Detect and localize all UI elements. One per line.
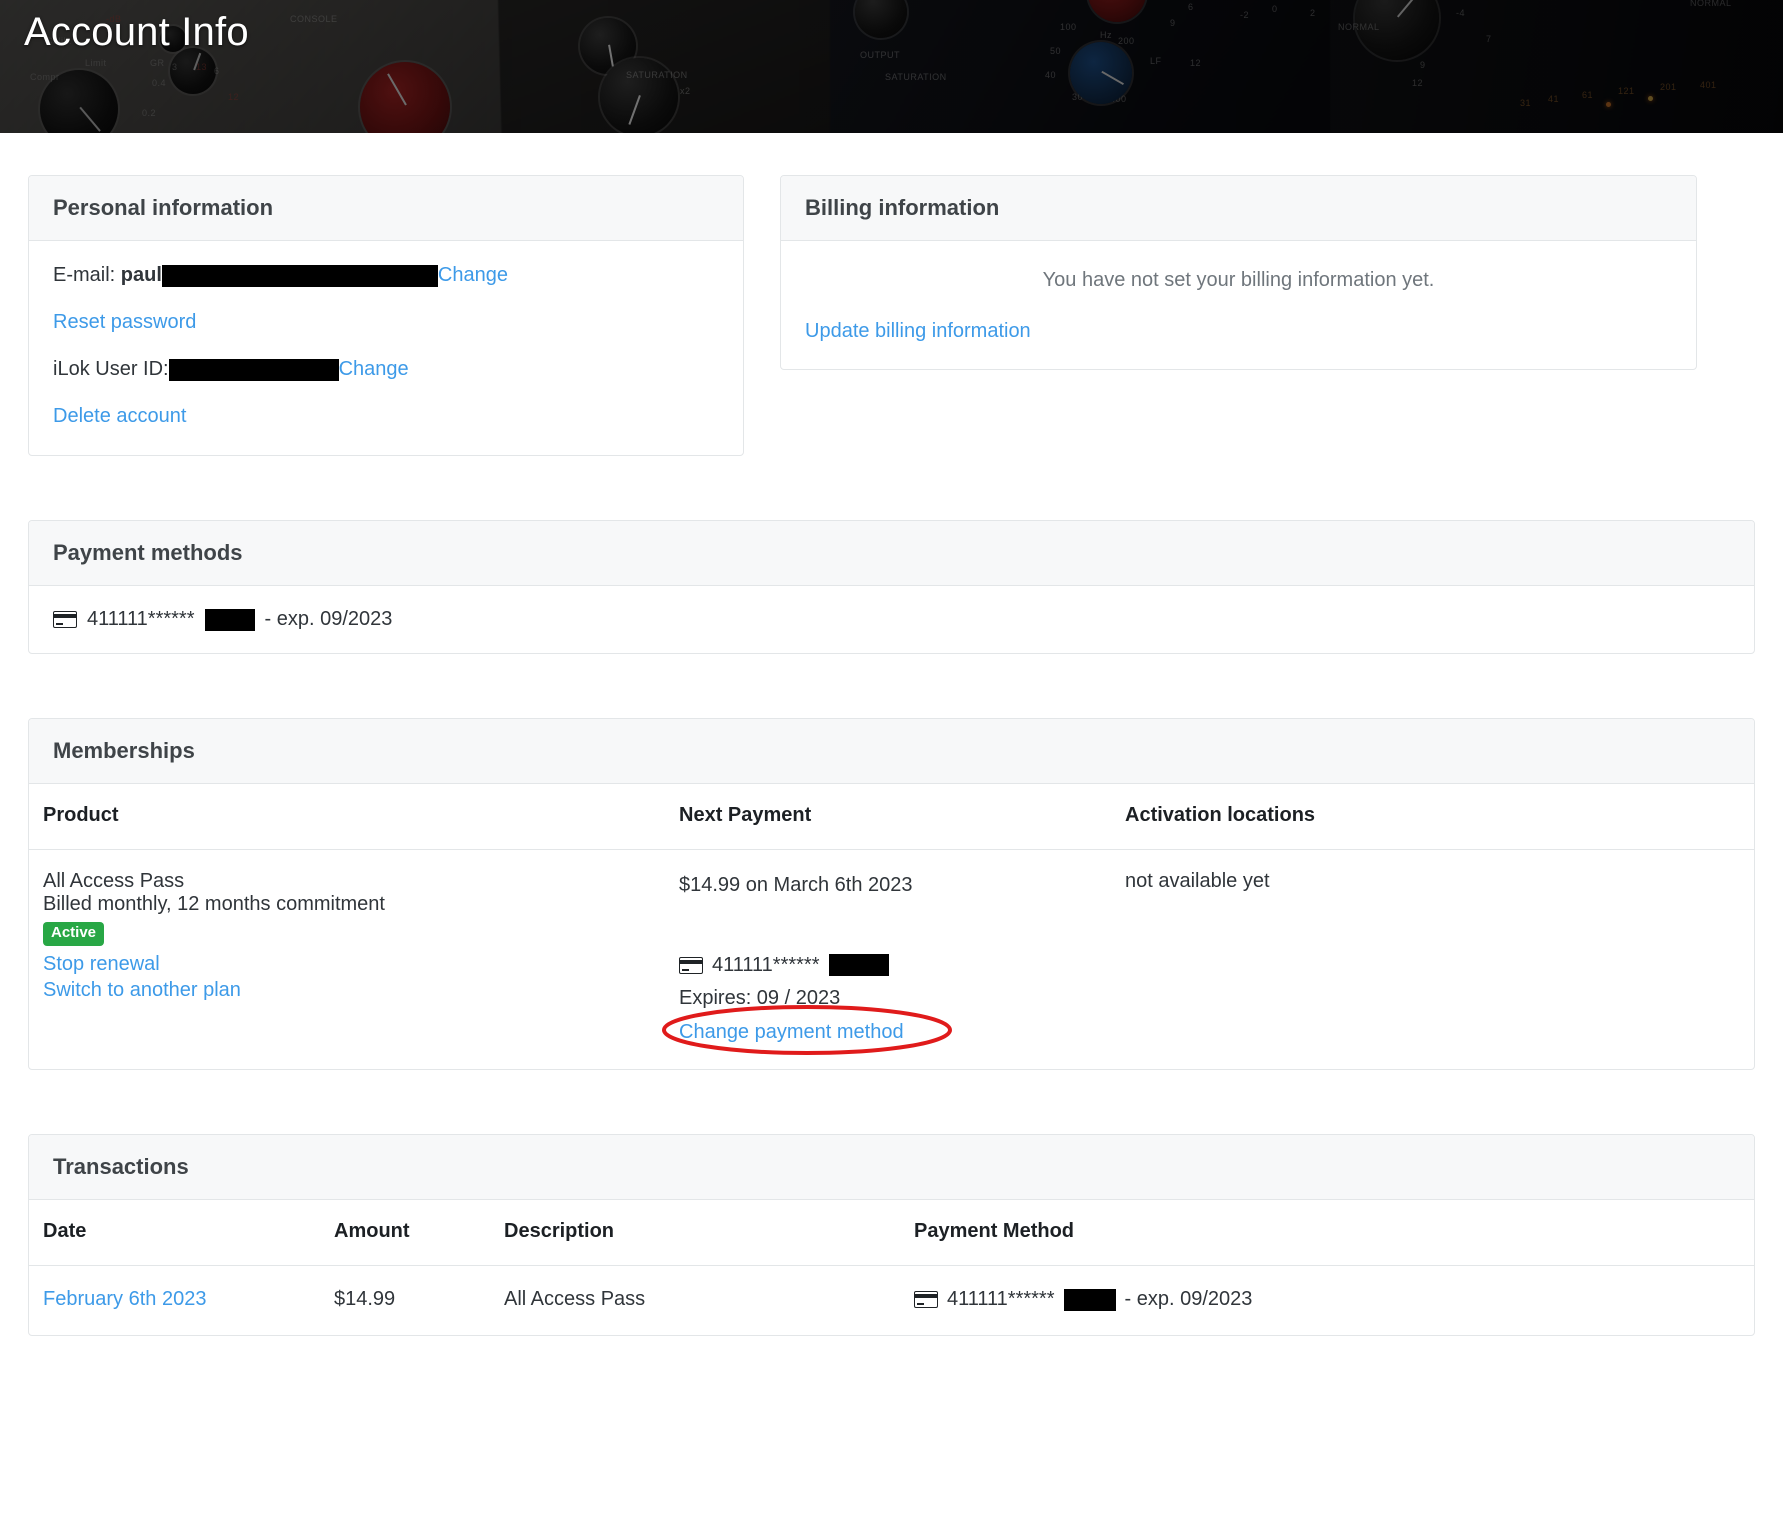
email-label: E-mail: [53,264,116,286]
membership-next-payment-cell: $14.99 on March 6th 2023 411111****** Ex… [662,850,1125,1070]
delete-account-row: Delete account [53,404,719,429]
transactions-card: Transactions Date Amount Description Pay… [28,1134,1755,1336]
transactions-col-date: Date [29,1200,334,1266]
transactions-table: Date Amount Description Payment Method F… [29,1200,1754,1335]
change-payment-method-link[interactable]: Change payment method [679,1021,904,1043]
memberships-table: Product Next Payment Activation location… [29,784,1754,1069]
transaction-card-number: 411111****** [947,1288,1055,1310]
next-payment-card-row: 411111****** [679,950,1125,980]
table-row: February 6th 2023 $14.99 All Access Pass… [29,1266,1754,1336]
page-content: Personal information E-mail: paul Change … [0,175,1783,1336]
ilok-row: iLok User ID: Change [53,357,719,382]
payment-method-expiry: - exp. 09/2023 [264,608,393,630]
delete-account-link[interactable]: Delete account [53,405,186,427]
next-payment-amount: $14.99 on March 6th 2023 [679,874,913,896]
email-value: paul [120,264,162,286]
billing-information-heading: Billing information [781,176,1696,241]
transactions-col-payment-method: Payment Method [914,1200,1754,1266]
email-redaction [161,264,438,287]
transaction-card-redaction [1063,1288,1116,1311]
stop-renewal-link[interactable]: Stop renewal [43,953,679,976]
memberships-col-product: Product [29,784,679,850]
billing-information-card: Billing information You have not set you… [780,175,1697,370]
transactions-col-description: Description [504,1200,914,1266]
change-email-link[interactable]: Change [438,264,508,286]
payment-method-number: 411111****** [87,608,195,630]
account-top-row: Personal information E-mail: paul Change … [28,175,1755,456]
next-payment-card-number: 411111****** [712,954,820,976]
transactions-col-amount: Amount [334,1200,504,1266]
memberships-card: Memberships Product Next Payment Activat… [28,718,1755,1070]
personal-information-card: Personal information E-mail: paul Change … [28,175,744,456]
membership-product-terms: Billed monthly, 12 months commitment [43,893,385,915]
email-row: E-mail: paul Change [53,263,719,288]
update-billing-information-link[interactable]: Update billing information [805,320,1031,342]
credit-card-icon [914,1291,938,1308]
transaction-payment-method-cell: 411111****** - exp. 09/2023 [914,1266,1754,1336]
credit-card-icon [53,611,77,628]
reset-password-link[interactable]: Reset password [53,311,196,333]
payment-methods-card: Payment methods 411111****** - exp. 09/2… [28,520,1755,654]
transaction-date-link[interactable]: February 6th 2023 [43,1288,206,1310]
transaction-date-cell: February 6th 2023 [29,1266,334,1336]
reset-password-row: Reset password [53,310,719,335]
change-ilok-link[interactable]: Change [339,358,409,380]
transactions-header-row: Date Amount Description Payment Method [29,1200,1754,1266]
transaction-card-expiry: - exp. 09/2023 [1124,1288,1253,1310]
transactions-section: Transactions Date Amount Description Pay… [28,1134,1755,1336]
status-badge: Active [43,922,105,946]
memberships-col-next-payment: Next Payment [679,784,1125,850]
membership-activation-locations-cell: not available yet [1125,870,1270,892]
payment-methods-section: Payment methods 411111****** - exp. 09/2… [28,520,1755,654]
memberships-col-activation-locations: Activation locations [1125,784,1754,850]
payment-method-row: 411111****** - exp. 09/2023 [29,586,1754,653]
memberships-section: Memberships Product Next Payment Activat… [28,718,1755,1070]
credit-card-icon [679,956,703,974]
next-payment-expires: Expires: 09 / 2023 [679,987,841,1009]
membership-product-cell: All Access Pass Billed monthly, 12 month… [29,850,679,1070]
memberships-heading: Memberships [29,719,1754,784]
ilok-label: iLok User ID: [53,358,169,380]
hero-overlay [0,0,1783,133]
ilok-redaction [168,358,339,381]
memberships-header-row: Product Next Payment Activation location… [29,784,1754,850]
transaction-amount-cell: $14.99 [334,1288,396,1310]
page-title: Account Info [24,10,249,54]
transactions-heading: Transactions [29,1135,1754,1200]
next-payment-card-redaction [828,954,889,976]
billing-empty-message: You have not set your billing informatio… [1042,269,1435,291]
payment-methods-heading: Payment methods [29,521,1754,586]
membership-product-name: All Access Pass [43,870,185,892]
transaction-description-cell: All Access Pass [504,1288,646,1310]
change-payment-method-annotation-wrap: Change payment method [662,1005,952,1055]
switch-plan-link[interactable]: Switch to another plan [43,979,679,1002]
personal-information-heading: Personal information [29,176,743,241]
payment-method-redaction [204,608,255,631]
page-hero-banner: Compr Limit GR CONSOLE -dB Calib. 13 0.4… [0,0,1783,133]
table-row: All Access Pass Billed monthly, 12 month… [29,850,1754,1070]
